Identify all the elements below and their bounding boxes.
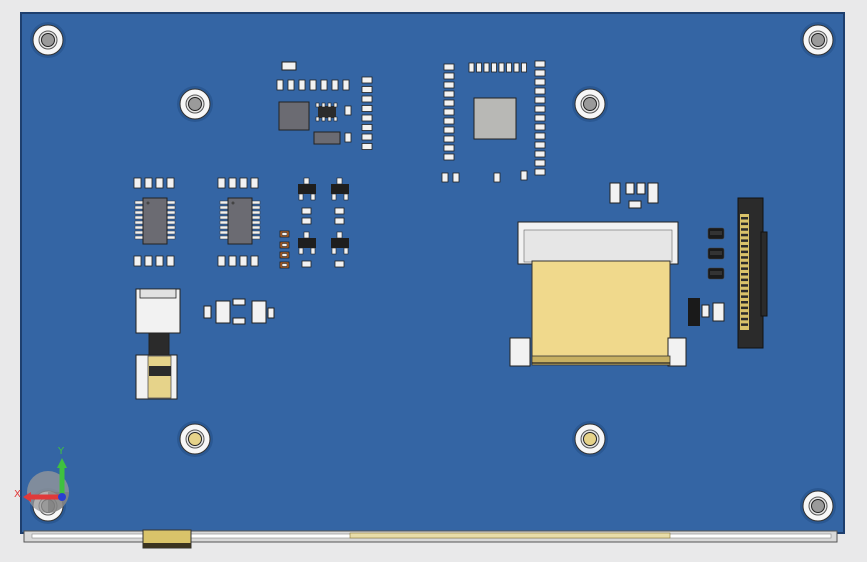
axis-x-label: X — [14, 489, 21, 500]
fpc-connector — [509, 221, 687, 367]
regulator-chip — [278, 101, 310, 131]
mounting-hole — [572, 421, 608, 457]
flex-cable — [531, 260, 671, 364]
axis-y-label: Y — [57, 446, 65, 457]
mounting-hole — [572, 86, 608, 122]
cad-viewport[interactable]: Y X — [0, 0, 867, 562]
mounting-hole — [30, 22, 66, 58]
mounting-hole — [800, 22, 836, 58]
display-bottom-edge — [23, 529, 838, 549]
mounting-hole — [177, 86, 213, 122]
mounting-hole — [177, 421, 213, 457]
mounting-hole — [800, 488, 836, 524]
mcu-chip — [473, 97, 517, 140]
